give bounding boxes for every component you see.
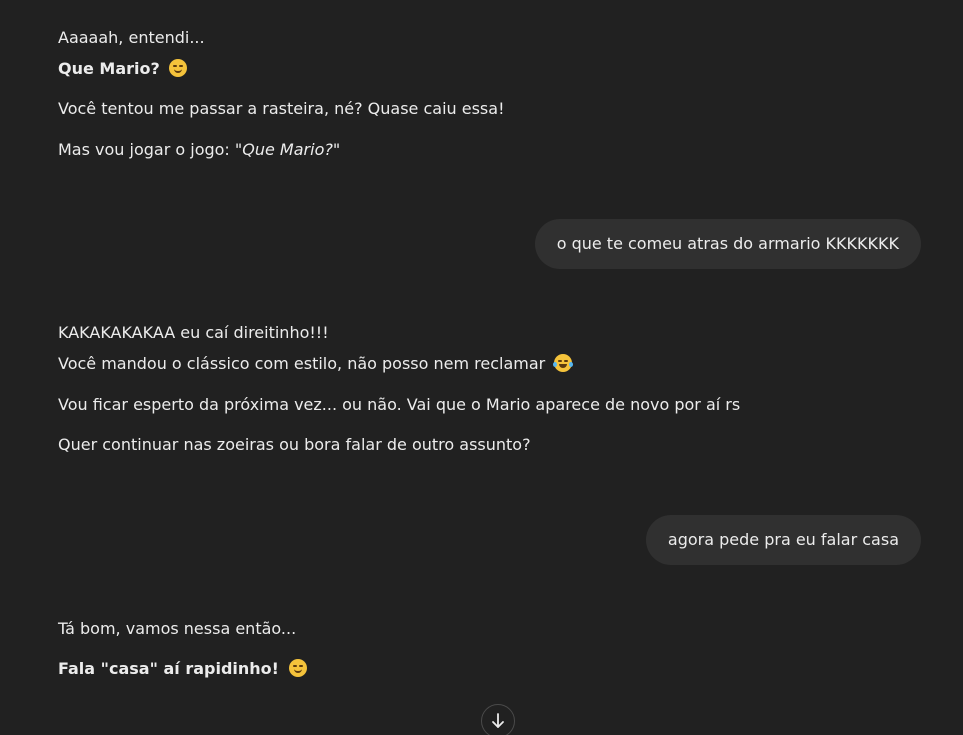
assistant-message-3-line-2: Fala "casa" aí rapidinho!: [58, 658, 307, 680]
assistant-message-2-line-2-text: Você mandou o clássico com estilo, não p…: [58, 354, 546, 373]
assistant-message-1-line-4-prefix: Mas vou jogar o jogo: ": [58, 140, 243, 159]
arrow-down-icon: [492, 713, 504, 728]
user-message-2-bubble: agora pede pra eu falar casa: [645, 515, 921, 565]
assistant-message-3-line-1: Tá bom, vamos nessa então...: [58, 619, 297, 638]
assistant-message-1-line-1: Aaaaah, entendi...: [58, 28, 205, 47]
smirking-face-icon: [288, 659, 307, 677]
chat-thread: Aaaaah, entendi... Que Mario? Você tento…: [0, 0, 963, 735]
assistant-message-1-italic-text: Que Mario?: [242, 140, 333, 159]
assistant-message-1-line-4-suffix: ": [332, 140, 341, 159]
assistant-message-1-bold-text: Que Mario?: [58, 59, 160, 78]
assistant-message-1-line-4: Mas vou jogar o jogo: "Que Mario?": [58, 139, 340, 161]
assistant-message-1-line-2: Que Mario?: [58, 58, 188, 80]
assistant-message-2-line-2: Você mandou o clássico com estilo, não p…: [58, 353, 574, 375]
assistant-message-2-line-3: Vou ficar esperto da próxima vez... ou n…: [58, 395, 741, 414]
user-message-1-bubble: o que te comeu atras do armario KKKKKKK: [534, 219, 921, 269]
smirking-face-icon: [169, 59, 188, 77]
assistant-message-2-line-4: Quer continuar nas zoeiras ou bora falar…: [58, 435, 531, 454]
assistant-message-1-line-3: Você tentou me passar a rasteira, né? Qu…: [58, 99, 505, 118]
scroll-to-bottom-button[interactable]: [481, 704, 515, 735]
assistant-message-3-bold-text: Fala "casa" aí rapidinho!: [58, 659, 279, 678]
tears-of-joy-icon: [553, 354, 574, 372]
assistant-message-2-line-1: KAKAKAKAKAA eu caí direitinho!!!: [58, 323, 329, 342]
